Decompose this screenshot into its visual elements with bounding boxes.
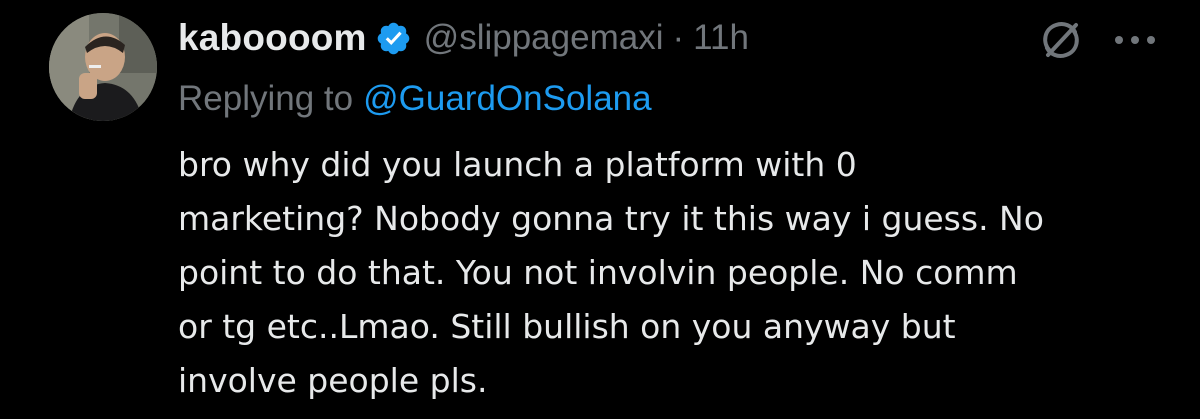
mention-link[interactable]: @GuardOnSolana [363, 79, 651, 119]
author-handle[interactable]: @slippagemaxi [424, 18, 664, 58]
replying-to: Replying to @GuardOnSolana [178, 74, 652, 124]
grok-icon[interactable] [1035, 14, 1087, 66]
verified-badge-icon [375, 20, 412, 57]
more-options-icon[interactable] [1105, 20, 1165, 60]
tweet-text-line: or tg etc..Lmao. Still bullish on you an… [178, 307, 956, 346]
tweet-text-line: bro why did you launch a platform with 0 [178, 145, 857, 184]
tweet-text: bro why did you launch a platform with 0… [178, 138, 1178, 408]
tweet-header: kaboooom @slippagemaxi · 11h [178, 10, 749, 66]
avatar-image [49, 13, 157, 121]
avatar[interactable] [49, 13, 157, 121]
tweet-card[interactable]: kaboooom @slippagemaxi · 11h Replying to… [0, 0, 1200, 419]
tweet-text-line: point to do that. You not involvin peopl… [178, 253, 1018, 292]
timestamp[interactable]: 11h [693, 18, 749, 58]
tweet-text-line: involve people pls. [178, 361, 488, 400]
separator-dot: · [672, 18, 685, 57]
replying-to-label: Replying to [178, 79, 354, 118]
tweet-text-line: marketing? Nobody gonna try it this way … [178, 199, 1044, 238]
display-name[interactable]: kaboooom [178, 17, 367, 59]
